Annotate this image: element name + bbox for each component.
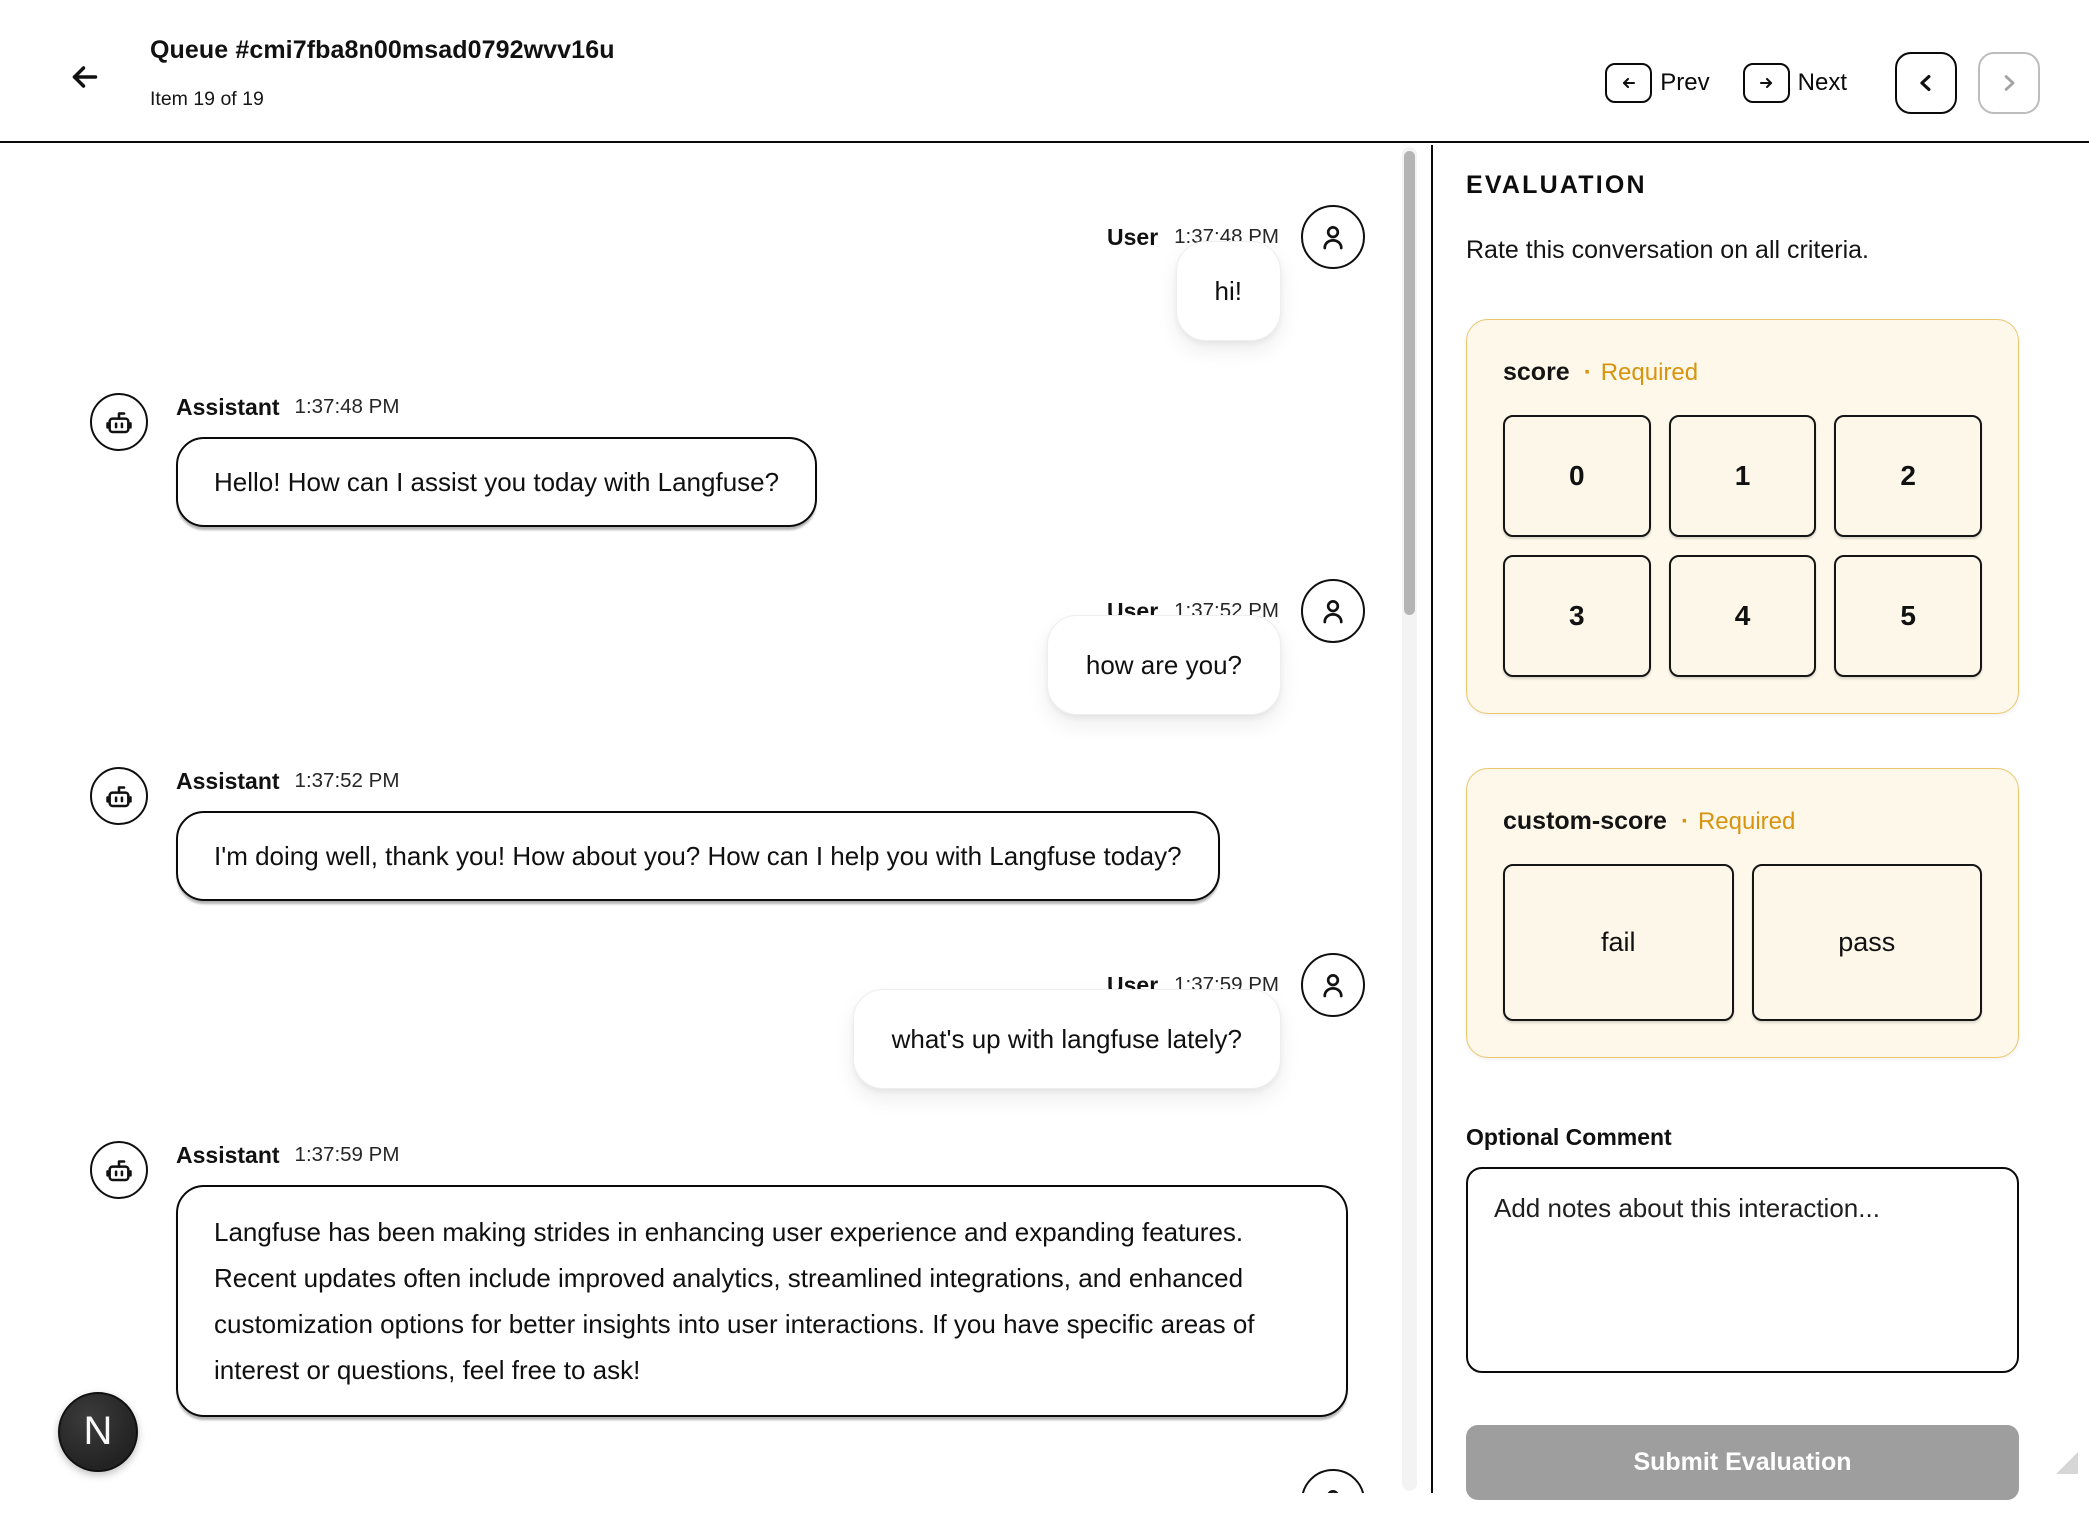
user-avatar — [1301, 205, 1365, 269]
robot-icon — [103, 406, 135, 438]
prev-button[interactable] — [1605, 63, 1652, 103]
criterion-name: score — [1503, 358, 1570, 387]
header: Queue #cmi7fba8n00msad0792wvv16u Item 19… — [0, 0, 2089, 143]
message-bubble: hi! — [1176, 241, 1281, 341]
user-avatar — [1301, 579, 1365, 643]
chat-scrollbar-thumb[interactable] — [1404, 151, 1415, 615]
option-button-pass[interactable]: pass — [1752, 864, 1983, 1021]
message-timestamp: 1:37:48 PM — [295, 395, 400, 419]
assistant-avatar — [90, 1141, 148, 1199]
option-button-0[interactable]: 0 — [1503, 415, 1651, 537]
message-author: User — [1107, 1488, 1158, 1494]
evaluation-panel: EVALUATION Rate this conversation on all… — [1466, 145, 2019, 1500]
message-timestamp: 1:37:59 PM — [295, 1143, 400, 1167]
chat-message-user: User 1:37:52 PM how are you? — [0, 579, 1432, 715]
next-label[interactable]: Next — [1798, 69, 1847, 97]
page-title: Queue #cmi7fba8n00msad0792wvv16u — [150, 36, 615, 65]
back-button[interactable] — [64, 56, 106, 98]
option-button-fail[interactable]: fail — [1503, 864, 1734, 1021]
evaluation-heading: EVALUATION — [1466, 171, 2019, 200]
person-icon — [1316, 1484, 1350, 1493]
option-button-2[interactable]: 2 — [1834, 415, 1982, 537]
message-bubble: what's up with langfuse lately? — [853, 989, 1281, 1089]
chevron-left-icon — [1912, 69, 1940, 97]
chat-message-user: User 1:37:48 PM hi! — [0, 205, 1432, 341]
option-button-5[interactable]: 5 — [1834, 555, 1982, 677]
message-bubble: how are you? — [1047, 615, 1281, 715]
criterion-card: score Required 012 345 — [1466, 319, 2019, 714]
panel-divider — [1431, 145, 1433, 1493]
assistant-avatar — [90, 393, 148, 451]
annotation-queue-app: Queue #cmi7fba8n00msad0792wvv16u Item 19… — [0, 0, 2089, 1540]
robot-icon — [103, 780, 135, 812]
chat-message-assistant: Assistant 1:37:59 PM Langfuse has been m… — [0, 1141, 1432, 1417]
back-arrow-icon — [67, 59, 103, 95]
user-avatar — [1301, 1469, 1365, 1493]
chat-message-user: User 1:37:59 PM what's up with langfuse … — [0, 953, 1432, 1089]
message-bubble: I'm doing well, thank you! How about you… — [176, 811, 1220, 901]
assistant-avatar — [90, 767, 148, 825]
chat-message-assistant: Assistant 1:37:52 PM I'm doing well, tha… — [0, 767, 1432, 901]
required-label: Required — [1584, 359, 1698, 387]
option-button-4[interactable]: 4 — [1669, 555, 1817, 677]
message-bubble: Hello! How can I assist you today with L… — [176, 437, 817, 527]
person-icon — [1316, 220, 1350, 254]
comment-textarea[interactable] — [1466, 1167, 2019, 1373]
arrow-right-icon — [1754, 71, 1778, 95]
nextjs-logo-letter: N — [84, 1411, 113, 1451]
submit-evaluation-button[interactable]: Submit Evaluation — [1466, 1425, 2019, 1500]
message-author: Assistant — [176, 768, 280, 795]
required-label: Required — [1681, 808, 1795, 836]
nextjs-dev-badge[interactable]: N — [58, 1392, 138, 1472]
message-author: Assistant — [176, 394, 280, 421]
collapse-panel-button[interactable] — [1895, 52, 1957, 114]
chat-scrollbar[interactable] — [1402, 147, 1417, 1491]
message-author: User — [1107, 224, 1158, 251]
option-button-1[interactable]: 1 — [1669, 415, 1817, 537]
person-icon — [1316, 968, 1350, 1002]
criterion-options: 012 345 — [1503, 415, 1982, 677]
message-author: Assistant — [176, 1142, 280, 1169]
evaluation-instruction: Rate this conversation on all criteria. — [1466, 236, 2019, 265]
expand-panel-button[interactable] — [1978, 52, 2040, 114]
arrow-left-icon — [1617, 71, 1641, 95]
robot-icon — [103, 1154, 135, 1186]
message-bubble: Langfuse has been making strides in enha… — [176, 1185, 1348, 1417]
next-button[interactable] — [1743, 63, 1790, 103]
user-avatar — [1301, 953, 1365, 1017]
message-timestamp: 1:38:04 PM — [1174, 1489, 1279, 1493]
item-counter: Item 19 of 19 — [150, 88, 264, 111]
criterion-options: failpass — [1503, 864, 1982, 1021]
header-controls: Prev Next — [1605, 50, 2040, 116]
chat-messages: User 1:37:48 PM hi! Assistant — [0, 145, 1432, 1493]
chat-message-user: User 1:38:04 PM — [0, 1469, 1432, 1493]
criteria-list: score Required 012 345 custom-score Requi… — [1466, 319, 2019, 1058]
chat-message-assistant: Assistant 1:37:48 PM Hello! How can I as… — [0, 393, 1432, 527]
option-button-3[interactable]: 3 — [1503, 555, 1651, 677]
message-timestamp: 1:37:52 PM — [295, 769, 400, 793]
criterion-card: custom-score Required failpass — [1466, 768, 2019, 1058]
criterion-name: custom-score — [1503, 807, 1667, 836]
resize-grip-icon[interactable] — [2056, 1452, 2078, 1474]
person-icon — [1316, 594, 1350, 628]
chevron-right-icon — [1995, 69, 2023, 97]
prev-label[interactable]: Prev — [1660, 69, 1709, 97]
comment-label: Optional Comment — [1466, 1124, 2019, 1151]
